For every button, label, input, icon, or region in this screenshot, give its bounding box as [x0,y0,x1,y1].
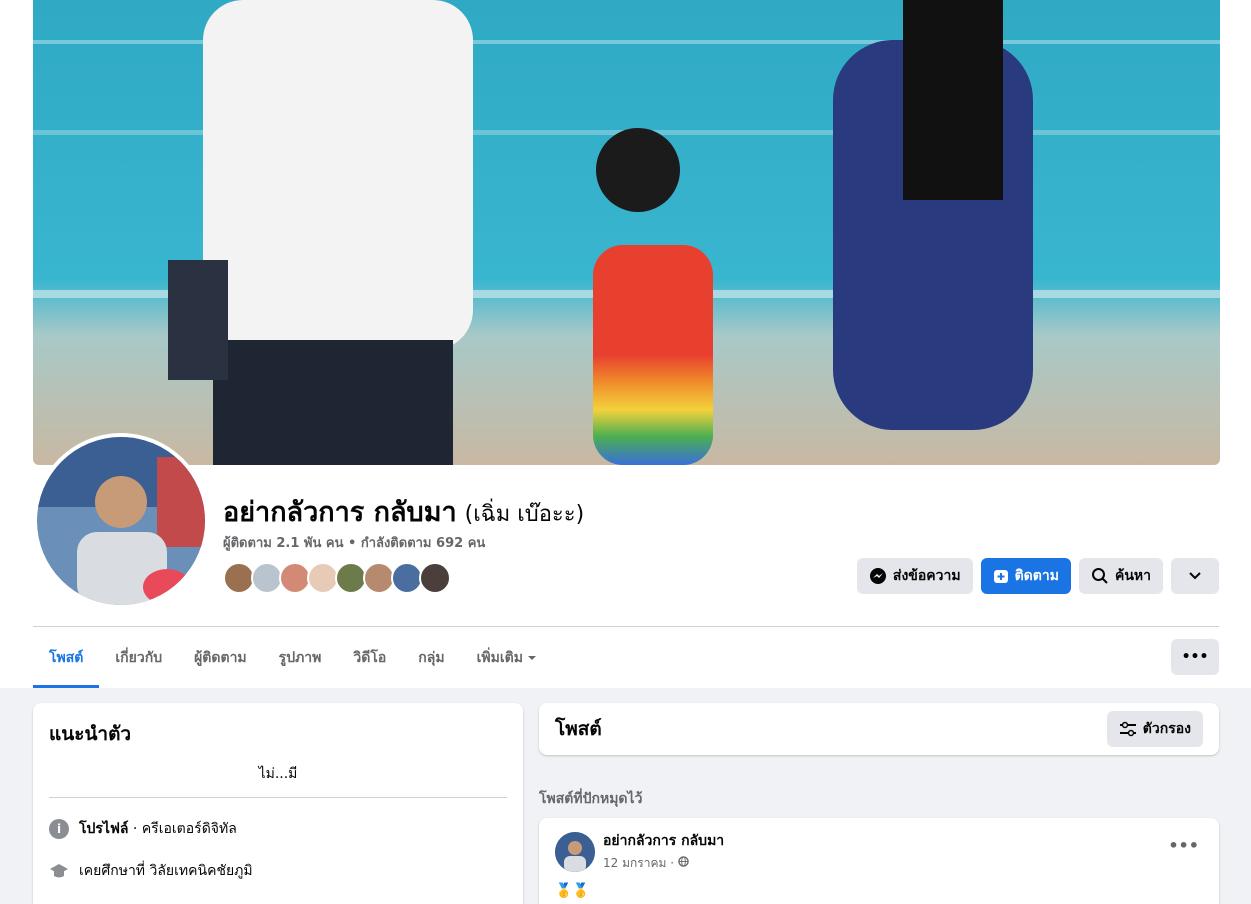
intro-profile-label: โปรไฟล์ [79,821,129,837]
search-icon [1091,568,1108,584]
intro-bio: ไม่...มี [49,763,507,798]
follower-stats[interactable]: ผู้ติดตาม 2.1 พัน คน • กำลังติดตาม 692 ค… [223,532,485,553]
tab-about[interactable]: เกี่ยวกับ [99,628,178,688]
profile-tabs: โพสต์ เกี่ยวกับ ผู้ติดตาม รูปภาพ วิดีโอ … [33,628,553,688]
filter-button-label: ตัวกรอง [1142,721,1191,737]
intro-education-text[interactable]: เคยศึกษาที่ วิลัยเทคนิคชัยภูมิ [79,860,253,882]
graduation-cap-icon [50,864,68,878]
posts-header-card: โพสต์ ตัวกรอง [539,703,1219,755]
post-date[interactable]: 12 มกราคม · [603,856,678,870]
cover-photo[interactable] [33,0,1220,465]
post-body: 🥇🥇 [555,883,590,899]
profile-name-row: อย่ากลัวการ กลับมา (เฉิ่ม เบ๊อะะ) [223,490,584,533]
profile-name: อย่ากลัวการ กลับมา [223,497,457,528]
profile-alt-name: (เฉิ่ม เบ๊อะะ) [464,502,585,527]
follow-button[interactable]: ติดตาม [980,558,1071,594]
search-button[interactable]: ค้นหา [1078,558,1163,594]
intro-profile-row: i โปรไฟล์ · ครีเอเตอร์ดิจิทัล [49,818,507,840]
profile-avatar[interactable] [33,433,209,609]
follower-avatar[interactable] [419,562,451,594]
pinned-posts-label: โพสต์ที่ปักหมุดไว้ [539,791,643,807]
chevron-down-icon [1189,572,1201,580]
post-header: อย่ากลัวการ กลับมา 12 มกราคม · [555,830,1203,873]
message-button[interactable]: ส่งข้อความ [856,558,973,594]
follow-icon [993,570,1008,583]
caret-down-icon [527,656,536,660]
posts-title: โพสต์ [555,718,602,740]
tab-videos[interactable]: วิดีโอ [337,628,402,688]
filter-icon [1119,721,1136,737]
intro-profile-value: · ครีเอเตอร์ดิจิทัล [128,821,237,837]
header-divider [33,626,1219,627]
globe-icon [678,856,689,867]
intro-education-row: เคยศึกษาที่ วิลัยเทคนิคชัยภูมิ [49,860,507,882]
search-button-label: ค้นหา [1114,568,1151,584]
intro-card: แนะนำตัว ไม่...มี i โปรไฟล์ · ครีเอเตอร์… [33,703,523,904]
filter-button[interactable]: ตัวกรอง [1106,711,1203,747]
profile-actions: ส่งข้อความ ติดตาม ค้นหา [856,558,1219,594]
tab-more[interactable]: เพิ่มเติม [461,628,553,688]
tab-groups[interactable]: กลุ่ม [402,628,460,688]
tabs-more-button[interactable]: ••• [1171,639,1219,675]
post-author-avatar[interactable] [555,831,595,872]
more-actions-button[interactable] [1171,558,1219,594]
messenger-icon [869,568,886,584]
post-options-button[interactable]: ••• [1168,836,1199,855]
tab-photos[interactable]: รูปภาพ [263,628,338,688]
follow-button-label: ติดตาม [1014,568,1059,584]
intro-title: แนะนำตัว [49,723,132,745]
post-card: อย่ากลัวการ กลับมา 12 มกราคม · ••• 🥇🥇 [539,818,1219,904]
tab-posts[interactable]: โพสต์ [33,628,100,688]
follower-avatars[interactable] [223,562,451,594]
message-button-label: ส่งข้อความ [892,568,961,584]
tab-followers[interactable]: ผู้ติดตาม [178,628,263,688]
tab-more-label: เพิ่มเติม [476,650,523,666]
info-icon: i [49,819,69,839]
post-author-name[interactable]: อย่ากลัวการ กลับมา [603,830,724,852]
